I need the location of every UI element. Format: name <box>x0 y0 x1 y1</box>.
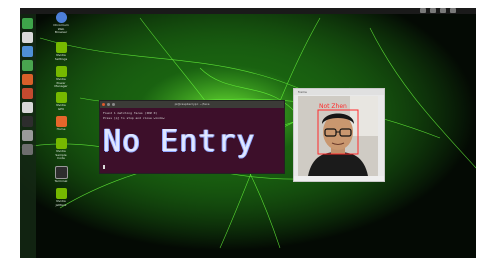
desktop-icon-nvidia-gpu[interactable]: Nvidia GPU <box>46 92 76 111</box>
terminal-title: pi@raspberrypi: ~/face <box>174 102 210 106</box>
camera-status-bar <box>294 176 384 181</box>
top-panel <box>20 8 476 14</box>
terminal-titlebar[interactable]: pi@raspberrypi: ~/face <box>100 101 284 108</box>
trash-icon[interactable] <box>22 144 33 155</box>
terminal-ascii-banner: No Entry <box>103 124 256 159</box>
software-center-icon[interactable] <box>22 88 33 99</box>
terminal-line: Found 1 matching faces (ID# 0) <box>103 111 158 115</box>
nvidia-icon <box>55 66 67 77</box>
launcher-bar <box>20 14 36 258</box>
desktop-icon-label: Home <box>56 127 66 131</box>
desktop-icon-label: Terminal <box>54 179 68 183</box>
files-icon[interactable] <box>22 32 33 43</box>
settings-icon[interactable] <box>22 102 33 113</box>
desktop-icon-sample-code[interactable]: Nvidia Sample Code <box>46 138 76 161</box>
nvidia-icon <box>55 138 67 149</box>
camera-titlebar[interactable]: frame <box>294 89 384 95</box>
terminal-icon <box>54 166 68 179</box>
desktop-icon-terminal[interactable]: Terminal <box>46 166 76 184</box>
folder-icon <box>55 116 67 127</box>
sound-icon[interactable] <box>430 8 436 13</box>
camera-title: frame <box>298 90 307 94</box>
face-id-label: Not Zhen <box>319 103 347 110</box>
desktop-icon-jetpack[interactable]: Nvidia JetPack <box>46 188 76 207</box>
nvidia-icon <box>55 92 67 103</box>
dash-icon[interactable] <box>22 18 33 29</box>
network-icon[interactable] <box>420 8 426 13</box>
globe-icon <box>55 12 67 23</box>
terminal-window[interactable]: pi@raspberrypi: ~/face Found 1 matching … <box>99 100 285 174</box>
desktop-icon-home[interactable]: Home <box>46 116 76 132</box>
drive-icon[interactable] <box>22 130 33 141</box>
desktop-icon-label: Nvidia Sample Code <box>55 149 67 160</box>
camera-window[interactable]: frame Not Zhen <box>293 88 385 182</box>
desktop-icon-chromium[interactable]: Chromium Web Browser <box>46 12 76 35</box>
nvidia-icon <box>55 42 67 53</box>
nvidia-icon <box>55 188 67 199</box>
terminal-line: Press [q] to stop and close window <box>103 116 165 120</box>
impress-icon[interactable] <box>22 74 33 85</box>
clock-icon[interactable] <box>440 8 446 13</box>
settings-icon[interactable] <box>450 8 456 13</box>
terminal-icon[interactable] <box>22 116 33 127</box>
camera-feed: Not Zhen <box>298 96 378 176</box>
desktop-icon-nvidia-settings[interactable]: Nvidia Settings <box>46 42 76 61</box>
desktop-icon-label: Nvidia GPU <box>56 103 66 111</box>
desktop-icon-label: Nvidia JetPack <box>55 199 67 207</box>
desktop-icon-label: Nvidia Power Manager <box>54 77 68 88</box>
calc-icon[interactable] <box>22 60 33 71</box>
desktop-icon-label: Nvidia Settings <box>54 53 68 61</box>
desktop-icon-nvidia-power[interactable]: Nvidia Power Manager <box>46 66 76 89</box>
terminal-cursor <box>103 165 105 169</box>
desktop-icon-label: Chromium Web Browser <box>53 23 69 34</box>
camera-frame-image: Not Zhen <box>298 96 378 176</box>
writer-icon[interactable] <box>22 46 33 57</box>
